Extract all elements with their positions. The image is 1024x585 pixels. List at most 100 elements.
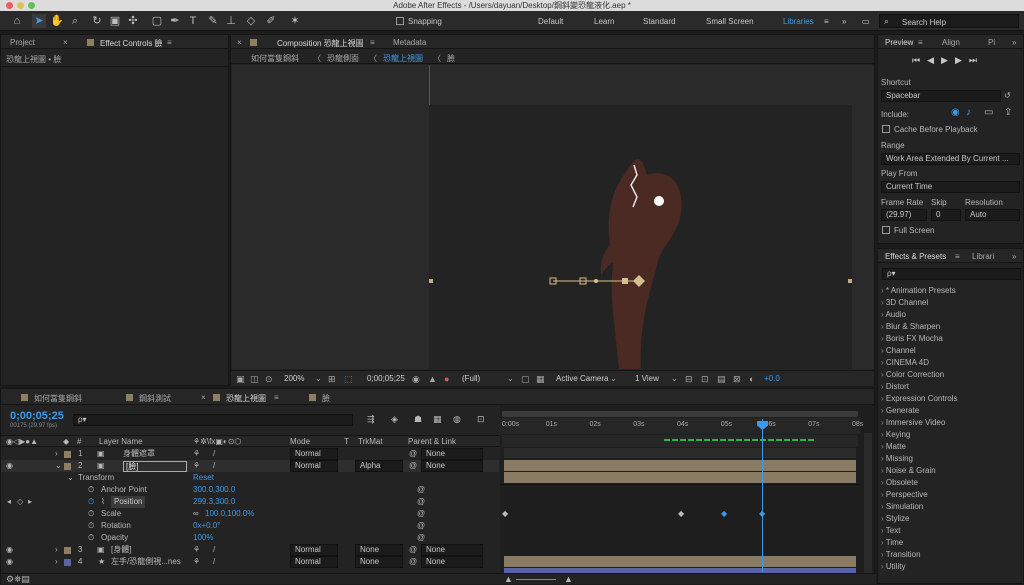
keyframe-diamond-icon[interactable]: ◆ <box>678 509 684 518</box>
track-matte-select[interactable]: None <box>355 544 403 556</box>
flowchart-icon[interactable]: ⊠ <box>733 374 741 385</box>
reset-transform-link[interactable]: Reset <box>193 472 214 484</box>
pickwhip-icon[interactable]: @ <box>409 448 417 460</box>
layer-row-selected[interactable]: ◉ ⌄ 2 ▣ [臉] ⚘ / Normal Alpha @ None <box>1 460 499 472</box>
property-value[interactable]: 100% <box>193 532 213 544</box>
quality-switch-icon[interactable]: / <box>213 460 215 472</box>
shy-switch-icon[interactable]: ⚘ <box>193 460 200 472</box>
layer-duration-bar[interactable] <box>504 460 856 471</box>
home-icon[interactable]: ⌂ <box>10 14 24 28</box>
effects-category-item[interactable]: › Noise & Grain <box>881 465 1021 477</box>
selection-tool-icon[interactable]: ➤ <box>32 14 46 28</box>
property-row[interactable]: ⏱ Opacity 100% @ <box>1 532 499 544</box>
comp-mini-flowchart-icon[interactable]: ⇶ <box>367 414 375 425</box>
last-frame-icon[interactable]: ⏭ <box>969 55 984 65</box>
pan-behind-tool-icon[interactable]: ✣ <box>126 14 140 28</box>
track-matte-select[interactable]: None <box>355 556 403 568</box>
expand-arrow-icon[interactable]: › <box>55 556 58 568</box>
rectangle-tool-icon[interactable]: ▢ <box>150 14 164 28</box>
visibility-eye-icon[interactable]: ◉ <box>6 556 13 568</box>
tab-effect-controls[interactable]: Effect Controls 臉 <box>100 38 163 49</box>
include-overlays-icon[interactable]: ▭ <box>984 107 993 118</box>
export-icon[interactable]: ⇪ <box>1004 107 1012 118</box>
type-tool-icon[interactable]: T <box>186 14 200 28</box>
quality-switch-icon[interactable]: / <box>213 448 215 460</box>
zoom-in-mountain-icon[interactable]: ▲ <box>564 574 573 584</box>
brush-tool-icon[interactable]: ✎ <box>206 14 220 28</box>
graph-editor-icon[interactable]: ⊡ <box>477 414 485 425</box>
mask-visibility-icon[interactable]: ⊙ <box>265 374 273 385</box>
workspace-libraries[interactable]: Libraries <box>783 17 814 26</box>
layer-name[interactable]: 左手/恐龍側視...nes <box>111 556 181 568</box>
cache-before-playback-checkbox[interactable] <box>882 125 890 133</box>
skip-select[interactable]: 0 <box>931 209 961 221</box>
parent-select[interactable]: None <box>421 556 483 568</box>
camera-tool-icon[interactable]: ▣ <box>108 14 122 28</box>
layer-duration-bar[interactable] <box>504 556 856 567</box>
show-snapshot-icon[interactable]: ▲ <box>428 374 437 384</box>
current-time-indicator[interactable] <box>762 419 763 572</box>
tab-timeline-active[interactable]: 恐龍上視圖 <box>226 393 266 404</box>
layer-name-column[interactable]: Layer Name <box>99 437 143 446</box>
first-frame-icon[interactable]: ⏮ <box>912 55 927 65</box>
visibility-eye-icon[interactable]: ◉ <box>6 544 13 556</box>
effects-category-item[interactable]: › * Animation Presets <box>881 285 1021 297</box>
draft-3d-icon[interactable]: ◈ <box>391 414 398 425</box>
property-value[interactable]: 300.0,300.0 <box>193 484 235 496</box>
eraser-tool-icon[interactable]: ◇ <box>244 14 258 28</box>
effects-category-item[interactable]: › Channel <box>881 345 1021 357</box>
frame-rate-select[interactable]: (29.97) <box>881 209 927 221</box>
property-row[interactable]: ⏱ Scale ∞ 100.0,100.0% @ <box>1 508 499 520</box>
tab-align[interactable]: Align <box>942 38 960 47</box>
expand-arrow-icon[interactable]: › <box>55 448 58 460</box>
zoom-slider[interactable] <box>516 579 556 580</box>
property-value[interactable]: 100.0,100.0% <box>205 508 254 520</box>
layer-row[interactable]: ◉ › 3 ▣ [身體] ⚘ / Normal None @ None <box>1 544 499 556</box>
color-channel-icon[interactable]: ● <box>444 374 449 384</box>
effects-category-item[interactable]: › Audio <box>881 309 1021 321</box>
layer-duration-bar[interactable] <box>504 472 856 483</box>
panel-menu-icon[interactable]: ≡ <box>370 38 375 47</box>
camera-select[interactable]: Active Camera <box>556 374 608 383</box>
collapse-arrow-icon[interactable]: ⌄ <box>55 460 62 472</box>
stopwatch-icon[interactable]: ⏱ <box>88 508 94 520</box>
close-tab-icon[interactable]: × <box>63 38 68 47</box>
pickwhip-icon[interactable]: @ <box>417 520 425 532</box>
effects-category-item[interactable]: › Time <box>881 537 1021 549</box>
blend-mode-select[interactable]: Normal <box>290 448 338 460</box>
shortcut-select[interactable]: Spacebar <box>881 90 1001 102</box>
quality-switch-icon[interactable]: / <box>213 556 215 568</box>
layer-row[interactable]: ◉ › 4 ★ 左手/恐龍側視...nes ⚘ / Normal None @ … <box>1 556 499 568</box>
roto-brush-tool-icon[interactable]: ✐ <box>264 14 278 28</box>
pickwhip-icon[interactable]: @ <box>417 508 425 520</box>
effects-category-item[interactable]: › Utility <box>881 561 1021 573</box>
tab-libraries[interactable]: Librari <box>972 252 994 261</box>
effects-category-item[interactable]: › Blur & Sharpen <box>881 321 1021 333</box>
timeline-current-time[interactable]: 0;00;05;25 <box>10 410 64 422</box>
resolution-select[interactable]: (Full) <box>462 374 480 383</box>
pickwhip-icon[interactable]: @ <box>417 496 425 508</box>
effects-category-item[interactable]: › Transition <box>881 549 1021 561</box>
hand-tool-icon[interactable]: ✋ <box>50 14 64 28</box>
help-search-input[interactable]: ⌕ Search Help <box>879 14 1019 28</box>
frame-blending-icon[interactable]: ▦ <box>433 414 442 425</box>
previous-frame-icon[interactable]: ◀ <box>927 55 941 65</box>
tab-timeline-comp[interactable]: 如何當隻鋼斜 <box>34 393 82 404</box>
tab-composition[interactable]: Composition 恐龍上視圖 <box>277 38 364 49</box>
stopwatch-icon[interactable]: ⏱ <box>88 520 94 532</box>
comp-viewer[interactable] <box>232 65 874 369</box>
blend-mode-select[interactable]: Normal <box>290 556 338 568</box>
timeline-scrollbar[interactable] <box>864 433 872 573</box>
shy-layers-icon[interactable]: ☗ <box>414 414 422 425</box>
property-value[interactable]: 299.3,300.0 <box>193 496 235 508</box>
close-window-button[interactable] <box>6 2 13 9</box>
shy-switch-icon[interactable]: ⚘ <box>193 556 200 568</box>
blend-mode-select[interactable]: Normal <box>290 544 338 556</box>
workspace-menu-icon[interactable]: ≡ <box>824 17 829 26</box>
collapse-arrow-icon[interactable]: ⌄ <box>67 472 74 484</box>
zoom-out-mountain-icon[interactable]: ▲ <box>504 574 513 584</box>
parent-select[interactable]: None <box>421 460 483 472</box>
vr-icon[interactable]: ◫ <box>250 374 259 385</box>
work-area-bar[interactable] <box>502 435 858 447</box>
timeline-icon[interactable]: ▤ <box>717 374 726 385</box>
